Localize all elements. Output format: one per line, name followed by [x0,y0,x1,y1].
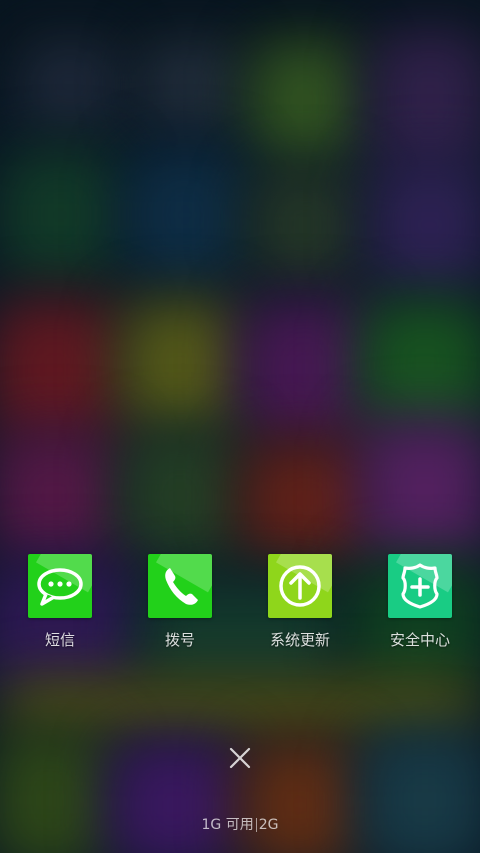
memory-total: 2G [258,817,279,833]
recent-app-messages[interactable]: 短信 [0,554,120,664]
recent-app-security-center[interactable]: 安全中心 [360,554,480,664]
recent-apps-row: 短信 拨号 系统更新 安全中心 [0,554,480,664]
recent-app-dialer[interactable]: 拨号 [120,554,240,664]
memory-available: 1G 可用 [201,817,254,833]
recent-app-label: 安全中心 [389,631,450,649]
update-arrow-icon [268,554,332,618]
message-icon [28,554,92,618]
clear-all-button[interactable] [220,738,260,778]
recent-app-label: 拨号 [164,631,195,649]
blurred-home-screen [0,0,480,853]
close-icon [229,747,251,769]
phone-icon [148,554,212,618]
memory-status: 1G 可用 2G [0,815,480,835]
shield-plus-icon [388,554,452,618]
recent-app-system-update[interactable]: 系统更新 [240,554,360,664]
memory-separator [255,818,257,832]
recent-app-label: 系统更新 [269,631,330,649]
recent-app-label: 短信 [44,631,75,649]
